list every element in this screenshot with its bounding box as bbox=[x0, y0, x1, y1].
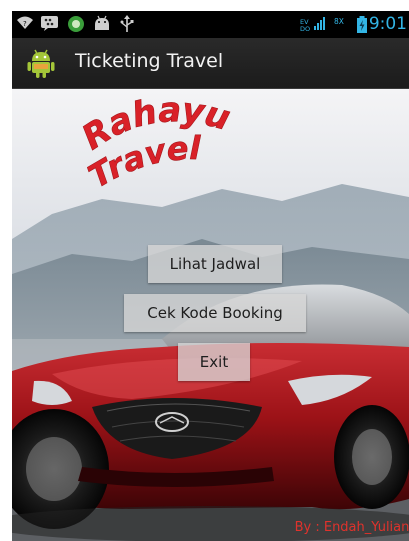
circle-app-icon bbox=[67, 15, 85, 37]
svg-text:DO: DO bbox=[300, 25, 310, 33]
android-robot-icon[interactable] bbox=[26, 48, 56, 78]
author-credit: By : Endah_Yuliani bbox=[294, 520, 409, 535]
rahayu-travel-logo: Rahayu Travel bbox=[75, 90, 235, 196]
exit-button[interactable]: Exit bbox=[178, 343, 250, 381]
cek-kode-booking-button[interactable]: Cek Kode Booking bbox=[124, 294, 306, 332]
main-content: Rahayu Travel Lihat Jadwal Cek Kode Book… bbox=[12, 89, 409, 541]
app-title: Ticketing Travel bbox=[75, 50, 224, 72]
android-icon bbox=[93, 15, 111, 35]
phone-screen: ? EV DO 8X 9:01 Ticketing Travel Rahayu … bbox=[12, 11, 409, 541]
battery-icon bbox=[356, 16, 368, 38]
wifi-icon: ? bbox=[16, 15, 34, 35]
bbm-icon bbox=[40, 15, 60, 35]
lihat-jadwal-button[interactable]: Lihat Jadwal bbox=[148, 245, 282, 283]
action-bar: Ticketing Travel bbox=[12, 38, 409, 89]
svg-text:?: ? bbox=[23, 20, 27, 28]
usb-icon bbox=[120, 15, 134, 37]
signal-icon: EV DO bbox=[300, 17, 326, 37]
network-icon: 8X bbox=[334, 14, 352, 32]
svg-text:8X: 8X bbox=[334, 17, 344, 26]
status-time: 9:01 bbox=[368, 14, 407, 34]
status-bar: ? EV DO 8X 9:01 bbox=[12, 11, 409, 38]
